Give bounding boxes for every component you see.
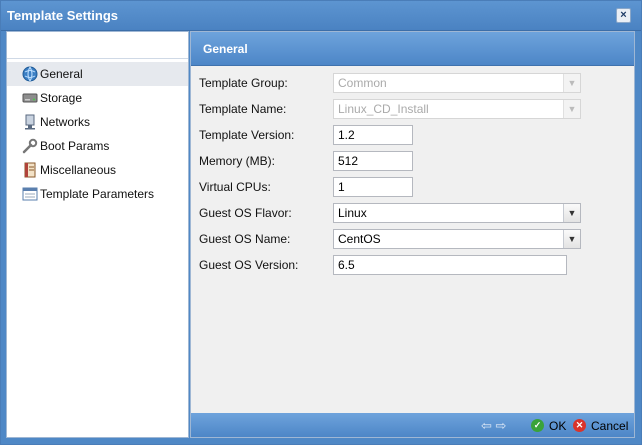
nav-item-miscellaneous[interactable]: Miscellaneous	[7, 158, 188, 182]
nav-item-networks[interactable]: Networks	[7, 110, 188, 134]
globe-icon	[22, 66, 38, 82]
cancel-label: Cancel	[591, 419, 629, 433]
os-flavor-label: Guest OS Flavor:	[199, 206, 292, 220]
wrench-icon	[22, 138, 38, 154]
nav-item-label: Boot Params	[40, 139, 110, 153]
nav-list: General Storage Networks Boot Params Mis…	[7, 62, 188, 206]
close-button[interactable]: ×	[616, 8, 631, 23]
dialog-body: General Storage Networks Boot Params Mis…	[4, 31, 638, 441]
hard-drive-icon	[22, 90, 38, 106]
dialog-title: Template Settings	[7, 8, 119, 23]
check-icon: ✓	[531, 419, 544, 432]
nav-item-storage[interactable]: Storage	[7, 86, 188, 110]
ok-button[interactable]: ✓ OK	[531, 418, 566, 434]
os-flavor-select[interactable]: Linux ▼	[333, 203, 581, 223]
os-version-label: Guest OS Version:	[199, 258, 299, 272]
os-name-label: Guest OS Name:	[199, 232, 291, 246]
cancel-icon: ✕	[573, 419, 586, 432]
nav-item-label: Networks	[40, 115, 91, 129]
memory-label: Memory (MB):	[199, 154, 275, 168]
notebook-icon	[22, 162, 38, 178]
panel-title: General	[191, 32, 634, 66]
template-version-label: Template Version:	[199, 128, 295, 142]
arrow-icons: ⇦ ⇨	[481, 418, 507, 433]
chevron-down-icon[interactable]: ▼	[563, 230, 580, 248]
general-panel: General Template Group: Common ▼ Templat…	[190, 31, 635, 438]
ok-label: OK	[549, 419, 567, 433]
template-name-select: Linux_CD_Install ▼	[333, 99, 581, 119]
template-version-input[interactable]: 1.2	[333, 125, 413, 145]
settings-nav: General Storage Networks Boot Params Mis…	[6, 31, 189, 438]
template-group-select: Common ▼	[333, 73, 581, 93]
os-name-value: CentOS	[338, 232, 381, 246]
network-icon	[22, 114, 38, 130]
nav-item-general[interactable]: General	[7, 62, 188, 86]
nav-header	[7, 32, 188, 59]
nav-item-label: Storage	[40, 91, 83, 105]
template-group-value: Common	[338, 76, 387, 90]
template-name-label: Template Name:	[199, 102, 287, 116]
nav-item-label: Template Parameters	[40, 187, 155, 201]
chevron-down-icon: ▼	[563, 100, 580, 118]
nav-item-label: General	[40, 67, 83, 81]
os-name-select[interactable]: CentOS ▼	[333, 229, 581, 249]
title-bar[interactable]: Template Settings ×	[1, 1, 641, 31]
template-name-value: Linux_CD_Install	[338, 102, 429, 116]
os-flavor-value: Linux	[338, 206, 367, 220]
vcpus-label: Virtual CPUs:	[199, 180, 271, 194]
template-settings-dialog: Template Settings × General Storage Netw…	[0, 0, 642, 445]
os-version-input[interactable]: 6.5	[333, 255, 567, 275]
chevron-down-icon: ▼	[563, 74, 580, 92]
memory-input[interactable]: 512	[333, 151, 413, 171]
dialog-footer: ⇦ ⇨ ✓ OK ✕ Cancel	[191, 413, 634, 437]
nav-item-template-parameters[interactable]: Template Parameters	[7, 182, 188, 206]
cancel-button[interactable]: ✕ Cancel	[573, 418, 628, 434]
template-group-label: Template Group:	[199, 76, 288, 90]
nav-item-label: Miscellaneous	[40, 163, 117, 177]
nav-item-boot-params[interactable]: Boot Params	[7, 134, 188, 158]
vcpus-input[interactable]: 1	[333, 177, 413, 197]
chevron-down-icon[interactable]: ▼	[563, 204, 580, 222]
parameters-icon	[22, 186, 38, 202]
